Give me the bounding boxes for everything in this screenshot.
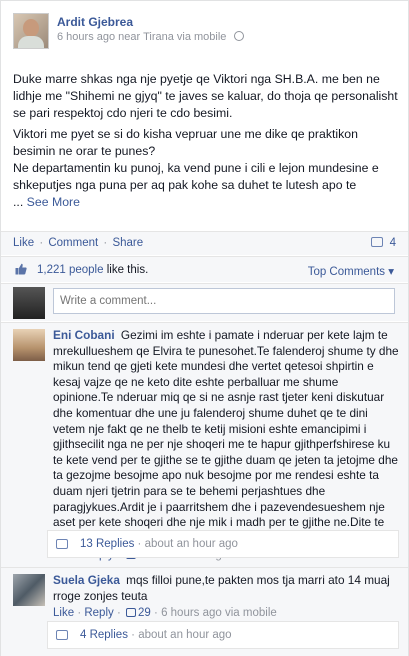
comment-bubble-icon: [371, 237, 384, 247]
action-separator: ·: [39, 237, 44, 249]
comment-count[interactable]: 4: [371, 237, 396, 249]
comment-body: Eni Cobani Gezimi im eshte i pamate i nd…: [53, 328, 399, 564]
likes-summary-row: 1,221 people like this. Top Comments ▾: [1, 256, 408, 282]
replies-count[interactable]: 4 Replies: [80, 629, 128, 641]
replies-time: about an hour ago: [144, 538, 238, 550]
comment-link[interactable]: Comment: [48, 237, 98, 249]
top-comments-dropdown[interactable]: Top Comments ▾: [308, 264, 394, 278]
post-actions-bar: Like · Comment · Share 4: [1, 231, 408, 255]
meta-separator: ·: [137, 538, 142, 550]
comment-content: Eni Cobani Gezimi im eshte i pamate i nd…: [53, 328, 399, 546]
replies-link[interactable]: 13 Replies · about an hour ago: [47, 530, 399, 558]
replies-text: 4 Replies · about an hour ago: [80, 629, 232, 641]
commenter-name[interactable]: Eni Cobani: [53, 328, 115, 342]
post-ellipsis: ...: [13, 195, 24, 209]
comment-count-value: 4: [389, 237, 396, 249]
comment-meta: Like · Reply · 29 · 6 hours ago via mobi…: [53, 606, 399, 622]
see-more-link[interactable]: See More: [27, 195, 80, 209]
comment-content: Suela Gjeka mqs filloi pune,te pakten mo…: [53, 573, 399, 604]
post-paragraph: Duke marre shkas nga nje pyetje qe Vikto…: [13, 72, 398, 120]
reply-bubble-icon: [56, 539, 68, 549]
post-ellipsis-line: ... See More: [13, 194, 399, 211]
author-avatar[interactable]: [13, 13, 49, 49]
thumbs-up-icon: [15, 263, 27, 275]
like-link[interactable]: Like: [13, 237, 34, 249]
author-name[interactable]: Ardit Gjebrea: [57, 15, 133, 29]
likes-count-link[interactable]: 1,221 people: [37, 264, 104, 276]
post-via: via mobile: [176, 31, 227, 43]
comment-reply-link[interactable]: Reply: [84, 607, 113, 619]
facebook-post-card: Ardit Gjebrea 6 hours ago near Tirana vi…: [0, 0, 409, 656]
comment-likes-count[interactable]: 29: [138, 607, 151, 619]
commenter-avatar[interactable]: [13, 329, 45, 361]
likes-text: 1,221 people like this.: [37, 264, 148, 276]
post-paragraph: Ne departamentin ku punoj, ka vend pune …: [13, 161, 379, 192]
meta-separator: ·: [77, 607, 82, 620]
likes-suffix: like this.: [106, 264, 149, 276]
comment-text: Gezimi im eshte i pamate i nderuar per k…: [53, 328, 399, 545]
like-icon: [126, 608, 137, 618]
action-separator: ·: [103, 237, 108, 249]
post-paragraph: Viktori me pyet se si do kisha vepruar u…: [13, 127, 358, 158]
author-avatar-face: [23, 19, 39, 37]
replies-link[interactable]: 4 Replies · about an hour ago: [47, 621, 399, 649]
author-avatar-shirt: [18, 36, 44, 48]
meta-separator: ·: [154, 607, 158, 620]
post-text: Duke marre shkas nga nje pyetje qe Vikto…: [13, 71, 399, 211]
commenter-name[interactable]: Suela Gjeka: [53, 573, 120, 587]
post-actions: Like · Comment · Share: [13, 237, 143, 249]
viewer-avatar: [13, 287, 45, 319]
comment-composer: [1, 283, 408, 321]
replies-count[interactable]: 13 Replies: [80, 538, 134, 550]
comment-time: 6 hours ago via mobile: [161, 607, 277, 620]
post-header: Ardit Gjebrea 6 hours ago near Tirana vi…: [13, 13, 397, 53]
globe-icon[interactable]: [233, 31, 244, 41]
post-meta: 6 hours ago near Tirana via mobile: [57, 31, 244, 43]
post-location-prefix: near: [118, 31, 141, 43]
meta-separator: ·: [131, 629, 135, 641]
post-location[interactable]: Tirana: [143, 31, 174, 43]
replies-time: about an hour ago: [138, 629, 232, 641]
meta-separator: ·: [116, 607, 121, 620]
comment-like-link[interactable]: Like: [53, 607, 74, 619]
share-link[interactable]: Share: [112, 237, 143, 249]
commenter-avatar[interactable]: [13, 574, 45, 606]
reply-bubble-icon: [56, 630, 68, 640]
comment-input[interactable]: [53, 288, 395, 314]
post-time[interactable]: 6 hours ago: [57, 31, 115, 43]
replies-text: 13 Replies · about an hour ago: [80, 538, 238, 550]
comment-body: Suela Gjeka mqs filloi pune,te pakten mo…: [53, 573, 399, 622]
